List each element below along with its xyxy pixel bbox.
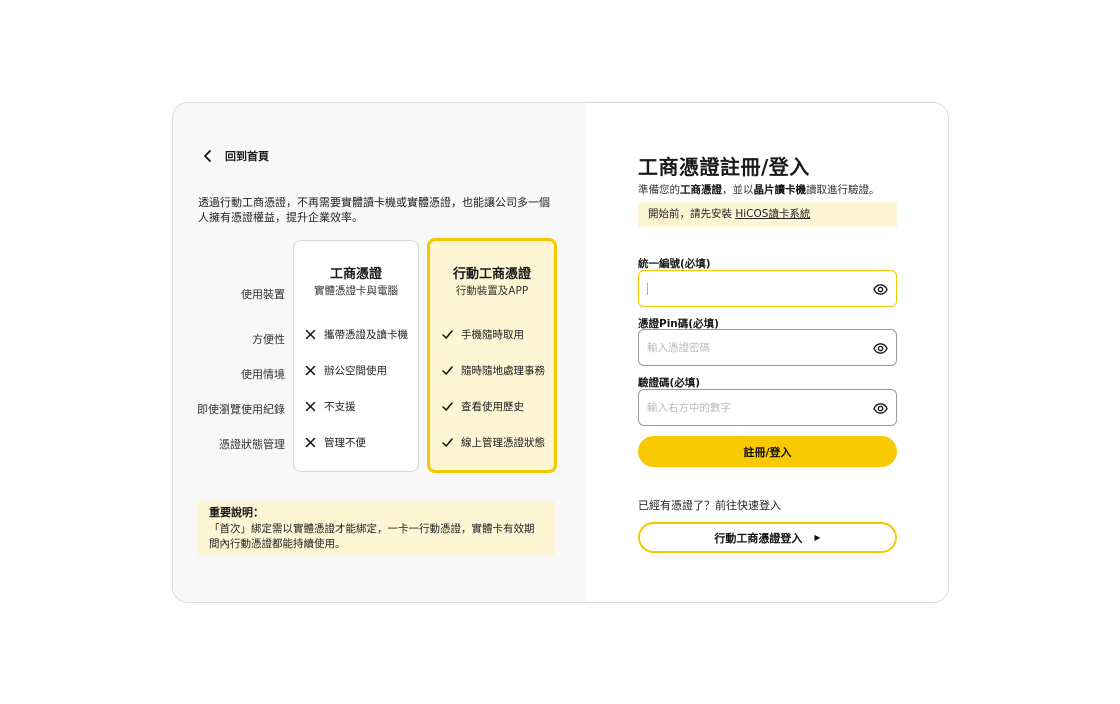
mobile-item-label: 隨時隨地處理事務: [461, 365, 545, 377]
text-caret: [647, 283, 648, 295]
chevron-left-icon: [204, 150, 211, 162]
back-label: 回到首頁: [225, 150, 269, 163]
hicos-install-link[interactable]: HiCOS讀卡系統: [735, 208, 810, 220]
row-label-convenience: 方便性: [252, 333, 285, 346]
mobile-column-subtitle: 行動裝置及APP: [455, 285, 529, 297]
comparison-panel: 回到首頁 透過行動工商憑證，不再需要實體讀卡機或實體憑證，也能讓公司多一個人擁有…: [173, 103, 586, 602]
cross-icon: [305, 437, 316, 448]
desc-suffix: 讀取進行驗證。: [806, 184, 880, 196]
standard-item: 不支援: [305, 399, 356, 414]
caret-right-icon: ▶: [814, 533, 821, 542]
important-note: 重要說明： 「首次」綁定需以實體憑證才能綁定，一卡一行動憑證，實體卡有效期間內行…: [198, 501, 555, 556]
standard-item-label: 不支援: [324, 401, 356, 413]
mobile-item-label: 手機隨時取用: [461, 329, 524, 341]
login-form-panel: 工商憑證註冊/登入 準備您的工商憑證，並以晶片讀卡機讀取進行驗證。 開始前，請先…: [586, 103, 948, 602]
standard-item-label: 攜帶憑證及讀卡機: [324, 329, 408, 341]
mobile-certificate-login-button[interactable]: 行動工商憑證登入 ▶: [638, 522, 897, 553]
intro-text: 透過行動工商憑證，不再需要實體讀卡機或實體憑證，也能讓公司多一個人擁有憑證權益，…: [198, 196, 550, 224]
mobile-item: 線上管理憑證狀態: [442, 435, 545, 450]
captcha-label: 驗證碼(必填): [638, 377, 701, 389]
mobile-item: 手機隨時取用: [442, 327, 524, 342]
row-label-device: 使用裝置: [241, 288, 285, 301]
cross-icon: [305, 365, 316, 376]
desc-prefix: 準備您的: [638, 184, 680, 196]
quick-login-text: 已經有憑證了？前往快速登入: [638, 499, 781, 512]
desc-mid: ，並以: [722, 184, 754, 196]
check-icon: [442, 438, 453, 447]
eye-icon[interactable]: [873, 282, 888, 297]
row-label-status: 憑證狀態管理: [219, 438, 285, 451]
mobile-certificate-column: 行動工商憑證 行動裝置及APP 手機隨時取用 隨時隨地處理事務 查看使用歷史 線…: [427, 238, 557, 473]
install-notice: 開始前，請先安裝 HiCOS讀卡系統: [638, 202, 897, 227]
note-body: 「首次」綁定需以實體憑證才能綁定，一卡一行動憑證，實體卡有效期間內行動憑證都能持…: [209, 523, 535, 550]
notice-prefix: 開始前，請先安裝: [648, 208, 736, 220]
standard-item: 攜帶憑證及讀卡機: [305, 327, 408, 342]
pin-field: [638, 329, 897, 366]
standard-item: 管理不便: [305, 435, 366, 450]
login-card: 回到首頁 透過行動工商憑證，不再需要實體讀卡機或實體憑證，也能讓公司多一個人擁有…: [172, 102, 949, 603]
tax-id-input[interactable]: [647, 271, 857, 306]
standard-item-label: 辦公空間使用: [324, 365, 387, 377]
pin-input[interactable]: [647, 330, 857, 365]
check-icon: [442, 402, 453, 411]
standard-column-title: 工商憑證: [329, 267, 382, 282]
register-login-button[interactable]: 註冊/登入: [638, 436, 897, 467]
note-title: 重要說明：: [209, 506, 264, 519]
mobile-item: 查看使用歷史: [442, 399, 524, 414]
captcha-input[interactable]: [647, 390, 857, 425]
eye-icon[interactable]: [873, 401, 888, 416]
form-description: 準備您的工商憑證，並以晶片讀卡機讀取進行驗證。: [638, 182, 880, 197]
mobile-column-title: 行動工商憑證: [452, 267, 531, 282]
mobile-item-label: 查看使用歷史: [461, 401, 524, 413]
back-to-home-link[interactable]: 回到首頁: [201, 148, 269, 164]
standard-certificate-column: 工商憑證 實體憑證卡與電腦 攜帶憑證及讀卡機 辦公空間使用 不支援 管理不便: [293, 240, 419, 472]
row-label-scenario: 使用情境: [241, 368, 285, 381]
tax-id-field: [638, 270, 897, 307]
cross-icon: [305, 329, 316, 340]
check-icon: [442, 366, 453, 375]
tax-id-label: 統一編號(必填): [638, 258, 711, 270]
desc-bold-reader: 晶片讀卡機: [753, 184, 807, 196]
standard-item-label: 管理不便: [324, 437, 366, 449]
desc-bold-certificate: 工商憑證: [680, 184, 722, 196]
check-icon: [442, 330, 453, 339]
mobile-item-label: 線上管理憑證狀態: [461, 437, 545, 449]
standard-column-subtitle: 實體憑證卡與電腦: [314, 285, 398, 297]
standard-item: 辦公空間使用: [305, 363, 387, 378]
eye-icon[interactable]: [873, 341, 888, 356]
form-title: 工商憑證註冊/登入: [638, 155, 810, 179]
cross-icon: [305, 401, 316, 412]
row-label-history: 即使瀏覽使用紀錄: [197, 403, 285, 416]
captcha-field: [638, 389, 897, 426]
mobile-item: 隨時隨地處理事務: [442, 363, 545, 378]
mobile-login-label: 行動工商憑證登入: [714, 531, 803, 545]
